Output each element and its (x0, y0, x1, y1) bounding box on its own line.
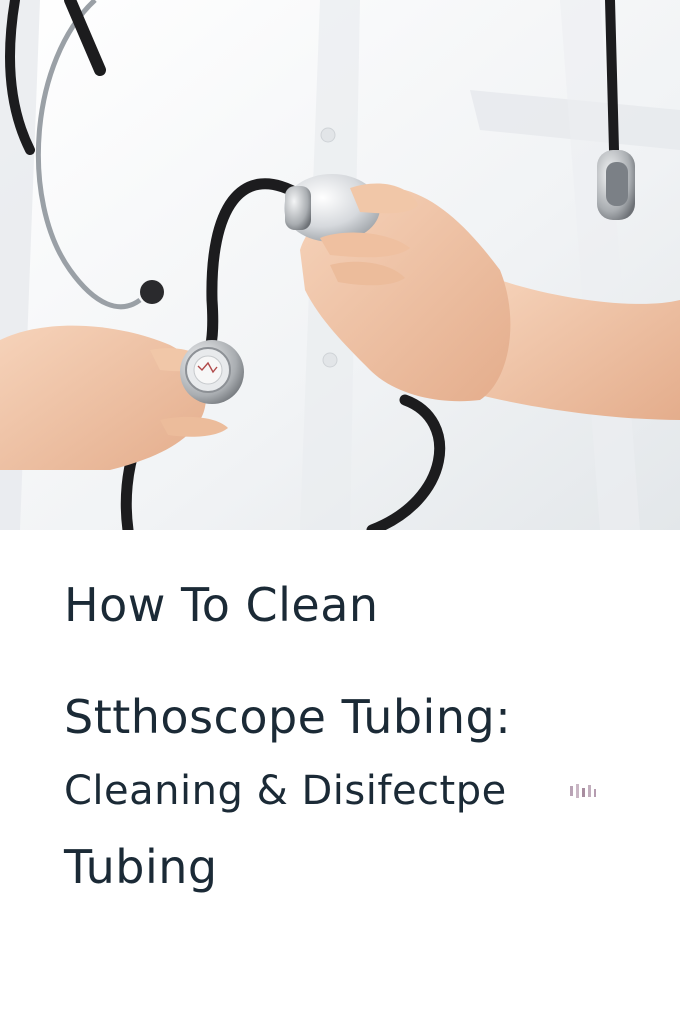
ear-tip (140, 280, 164, 304)
hero-image (0, 0, 680, 530)
title-line-4: Tubing (64, 840, 218, 894)
title-line-2: Stthoscope Tubing: (64, 690, 512, 744)
title-line-1: How To Clean (64, 578, 379, 632)
title-line-3: Cleaning & Disifectpe (64, 768, 507, 814)
coat-button (320, 127, 336, 143)
coat-button (322, 352, 338, 368)
pin-card: How To Clean Stthoscope Tubing: Cleaning… (0, 0, 680, 1024)
title-block: How To Clean Stthoscope Tubing: Cleaning… (0, 530, 680, 1024)
decorative-glyph-icon (570, 784, 596, 798)
stethoscope-photo (0, 0, 680, 530)
